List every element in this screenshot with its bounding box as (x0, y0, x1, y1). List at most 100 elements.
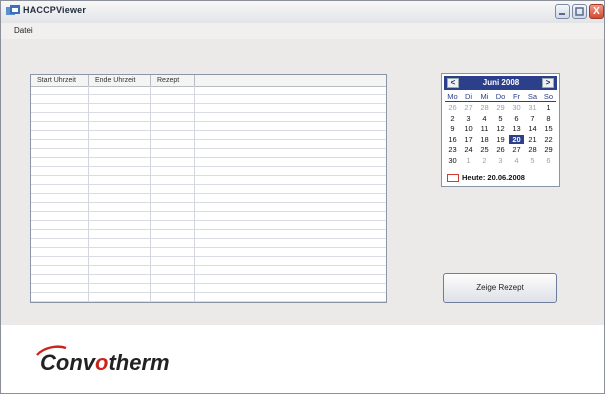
table-row[interactable] (31, 194, 386, 203)
calendar-day[interactable]: 23 (445, 145, 460, 154)
table-row[interactable] (31, 284, 386, 293)
calendar-day[interactable]: 31 (525, 103, 540, 112)
table-row[interactable] (31, 248, 386, 257)
window-title: HACCPViewer (23, 5, 87, 15)
column-header-recipe[interactable]: Rezept (151, 75, 195, 86)
menu-bar: Datei (1, 23, 604, 39)
calendar-day[interactable]: 28 (525, 145, 540, 154)
calendar-day[interactable]: 7 (525, 114, 540, 123)
calendar-day[interactable]: 2 (445, 114, 460, 123)
calendar-day[interactable]: 26 (493, 145, 508, 154)
table-row[interactable] (31, 293, 386, 302)
calendar-day[interactable]: 21 (525, 135, 540, 144)
table-row[interactable] (31, 230, 386, 239)
calendar-day[interactable]: 22 (541, 135, 556, 144)
table-row[interactable] (31, 149, 386, 158)
table-row[interactable] (31, 185, 386, 194)
next-month-button[interactable]: > (542, 78, 554, 88)
calendar-day[interactable]: 15 (541, 124, 556, 133)
minimize-icon (559, 13, 565, 15)
table-row[interactable] (31, 167, 386, 176)
table-row[interactable] (31, 257, 386, 266)
calendar-day[interactable]: 30 (509, 103, 524, 112)
calendar-day[interactable]: 6 (509, 114, 524, 123)
calendar-day[interactable]: 29 (493, 103, 508, 112)
menu-item-datei[interactable]: Datei (14, 26, 33, 35)
calendar-day[interactable]: 14 (525, 124, 540, 133)
calendar-day[interactable]: 29 (541, 145, 556, 154)
today-label[interactable]: Heute: 20.06.2008 (462, 173, 525, 182)
maximize-button[interactable] (572, 4, 587, 19)
table-row[interactable] (31, 239, 386, 248)
calendar-day[interactable]: 26 (445, 103, 460, 112)
calendar-day[interactable]: 10 (461, 124, 476, 133)
calendar-day[interactable]: 13 (509, 124, 524, 133)
calendar-day[interactable]: 30 (445, 156, 460, 165)
calendar-day[interactable]: 3 (493, 156, 508, 165)
app-icon (6, 5, 20, 15)
footer-branding: Convotherm (1, 325, 604, 393)
calendar-day[interactable]: 12 (493, 124, 508, 133)
calendar-day[interactable]: 9 (445, 124, 460, 133)
calendar-day[interactable]: 17 (461, 135, 476, 144)
calendar-header: < Juni 2008 > (444, 76, 557, 90)
calendar-day[interactable]: 2 (477, 156, 492, 165)
weekday-label: Mi (480, 92, 489, 101)
calendar-day[interactable]: 18 (477, 135, 492, 144)
calendar-day[interactable]: 6 (541, 156, 556, 165)
weekday-label: Fr (512, 92, 521, 101)
table-row[interactable] (31, 275, 386, 284)
convotherm-logo: Convotherm (36, 345, 170, 375)
table-row[interactable] (31, 212, 386, 221)
table-row[interactable] (31, 221, 386, 230)
today-marker-icon (447, 174, 459, 182)
calendar-day[interactable]: 27 (509, 145, 524, 154)
calendar-day[interactable]: 11 (477, 124, 492, 133)
calendar-day[interactable]: 1 (541, 103, 556, 112)
selected-day[interactable]: 20 (509, 134, 524, 144)
table-row[interactable] (31, 203, 386, 212)
table-row[interactable] (31, 122, 386, 131)
calendar-day[interactable]: 16 (445, 135, 460, 144)
month-calendar[interactable]: < Juni 2008 > Mo Di Mi Do Fr Sa So 26 27 28 29 30 3… (441, 73, 560, 187)
table-row[interactable] (31, 266, 386, 275)
calendar-day[interactable]: 8 (541, 114, 556, 123)
calendar-day[interactable]: 4 (477, 114, 492, 123)
close-icon: X (593, 6, 600, 17)
calendar-day[interactable]: 25 (477, 145, 492, 154)
column-divider (150, 86, 151, 302)
previous-month-button[interactable]: < (447, 78, 459, 88)
calendar-day[interactable]: 4 (509, 156, 524, 165)
table-row[interactable] (31, 158, 386, 167)
table-row[interactable] (31, 140, 386, 149)
close-button[interactable]: X (589, 4, 604, 19)
recipe-table[interactable]: Start Uhrzeit Ende Uhrzeit Rezept (30, 74, 387, 303)
svg-text:Convotherm: Convotherm (40, 350, 170, 375)
maximize-icon (575, 7, 584, 16)
weekday-label: Mo (447, 92, 458, 101)
calendar-day[interactable]: 19 (493, 135, 508, 144)
calendar-day[interactable]: 3 (461, 114, 476, 123)
calendar-day[interactable]: 5 (525, 156, 540, 165)
calendar-month-label: Juni 2008 (482, 78, 520, 87)
calendar-day[interactable]: 5 (493, 114, 508, 123)
application-window: HACCPViewer X Datei Start Uhrzeit Ende U… (0, 0, 605, 394)
column-header-end-time[interactable]: Ende Uhrzeit (89, 75, 151, 86)
calendar-day[interactable]: 28 (477, 103, 492, 112)
table-row[interactable] (31, 104, 386, 113)
column-divider (88, 86, 89, 302)
table-row[interactable] (31, 113, 386, 122)
show-recipe-button[interactable]: Zeige Rezept (443, 273, 557, 303)
table-row[interactable] (31, 86, 386, 95)
calendar-day[interactable]: 27 (461, 103, 476, 112)
column-header-start-time[interactable]: Start Uhrzeit (31, 75, 89, 86)
table-row[interactable] (31, 176, 386, 185)
title-bar[interactable]: HACCPViewer X (1, 1, 604, 24)
table-row[interactable] (31, 95, 386, 104)
weekday-label: Di (464, 92, 473, 101)
calendar-day[interactable]: 24 (461, 145, 476, 154)
table-row[interactable] (31, 131, 386, 140)
minimize-button[interactable] (555, 4, 570, 19)
weekday-divider (445, 101, 556, 102)
calendar-day[interactable]: 1 (461, 156, 476, 165)
